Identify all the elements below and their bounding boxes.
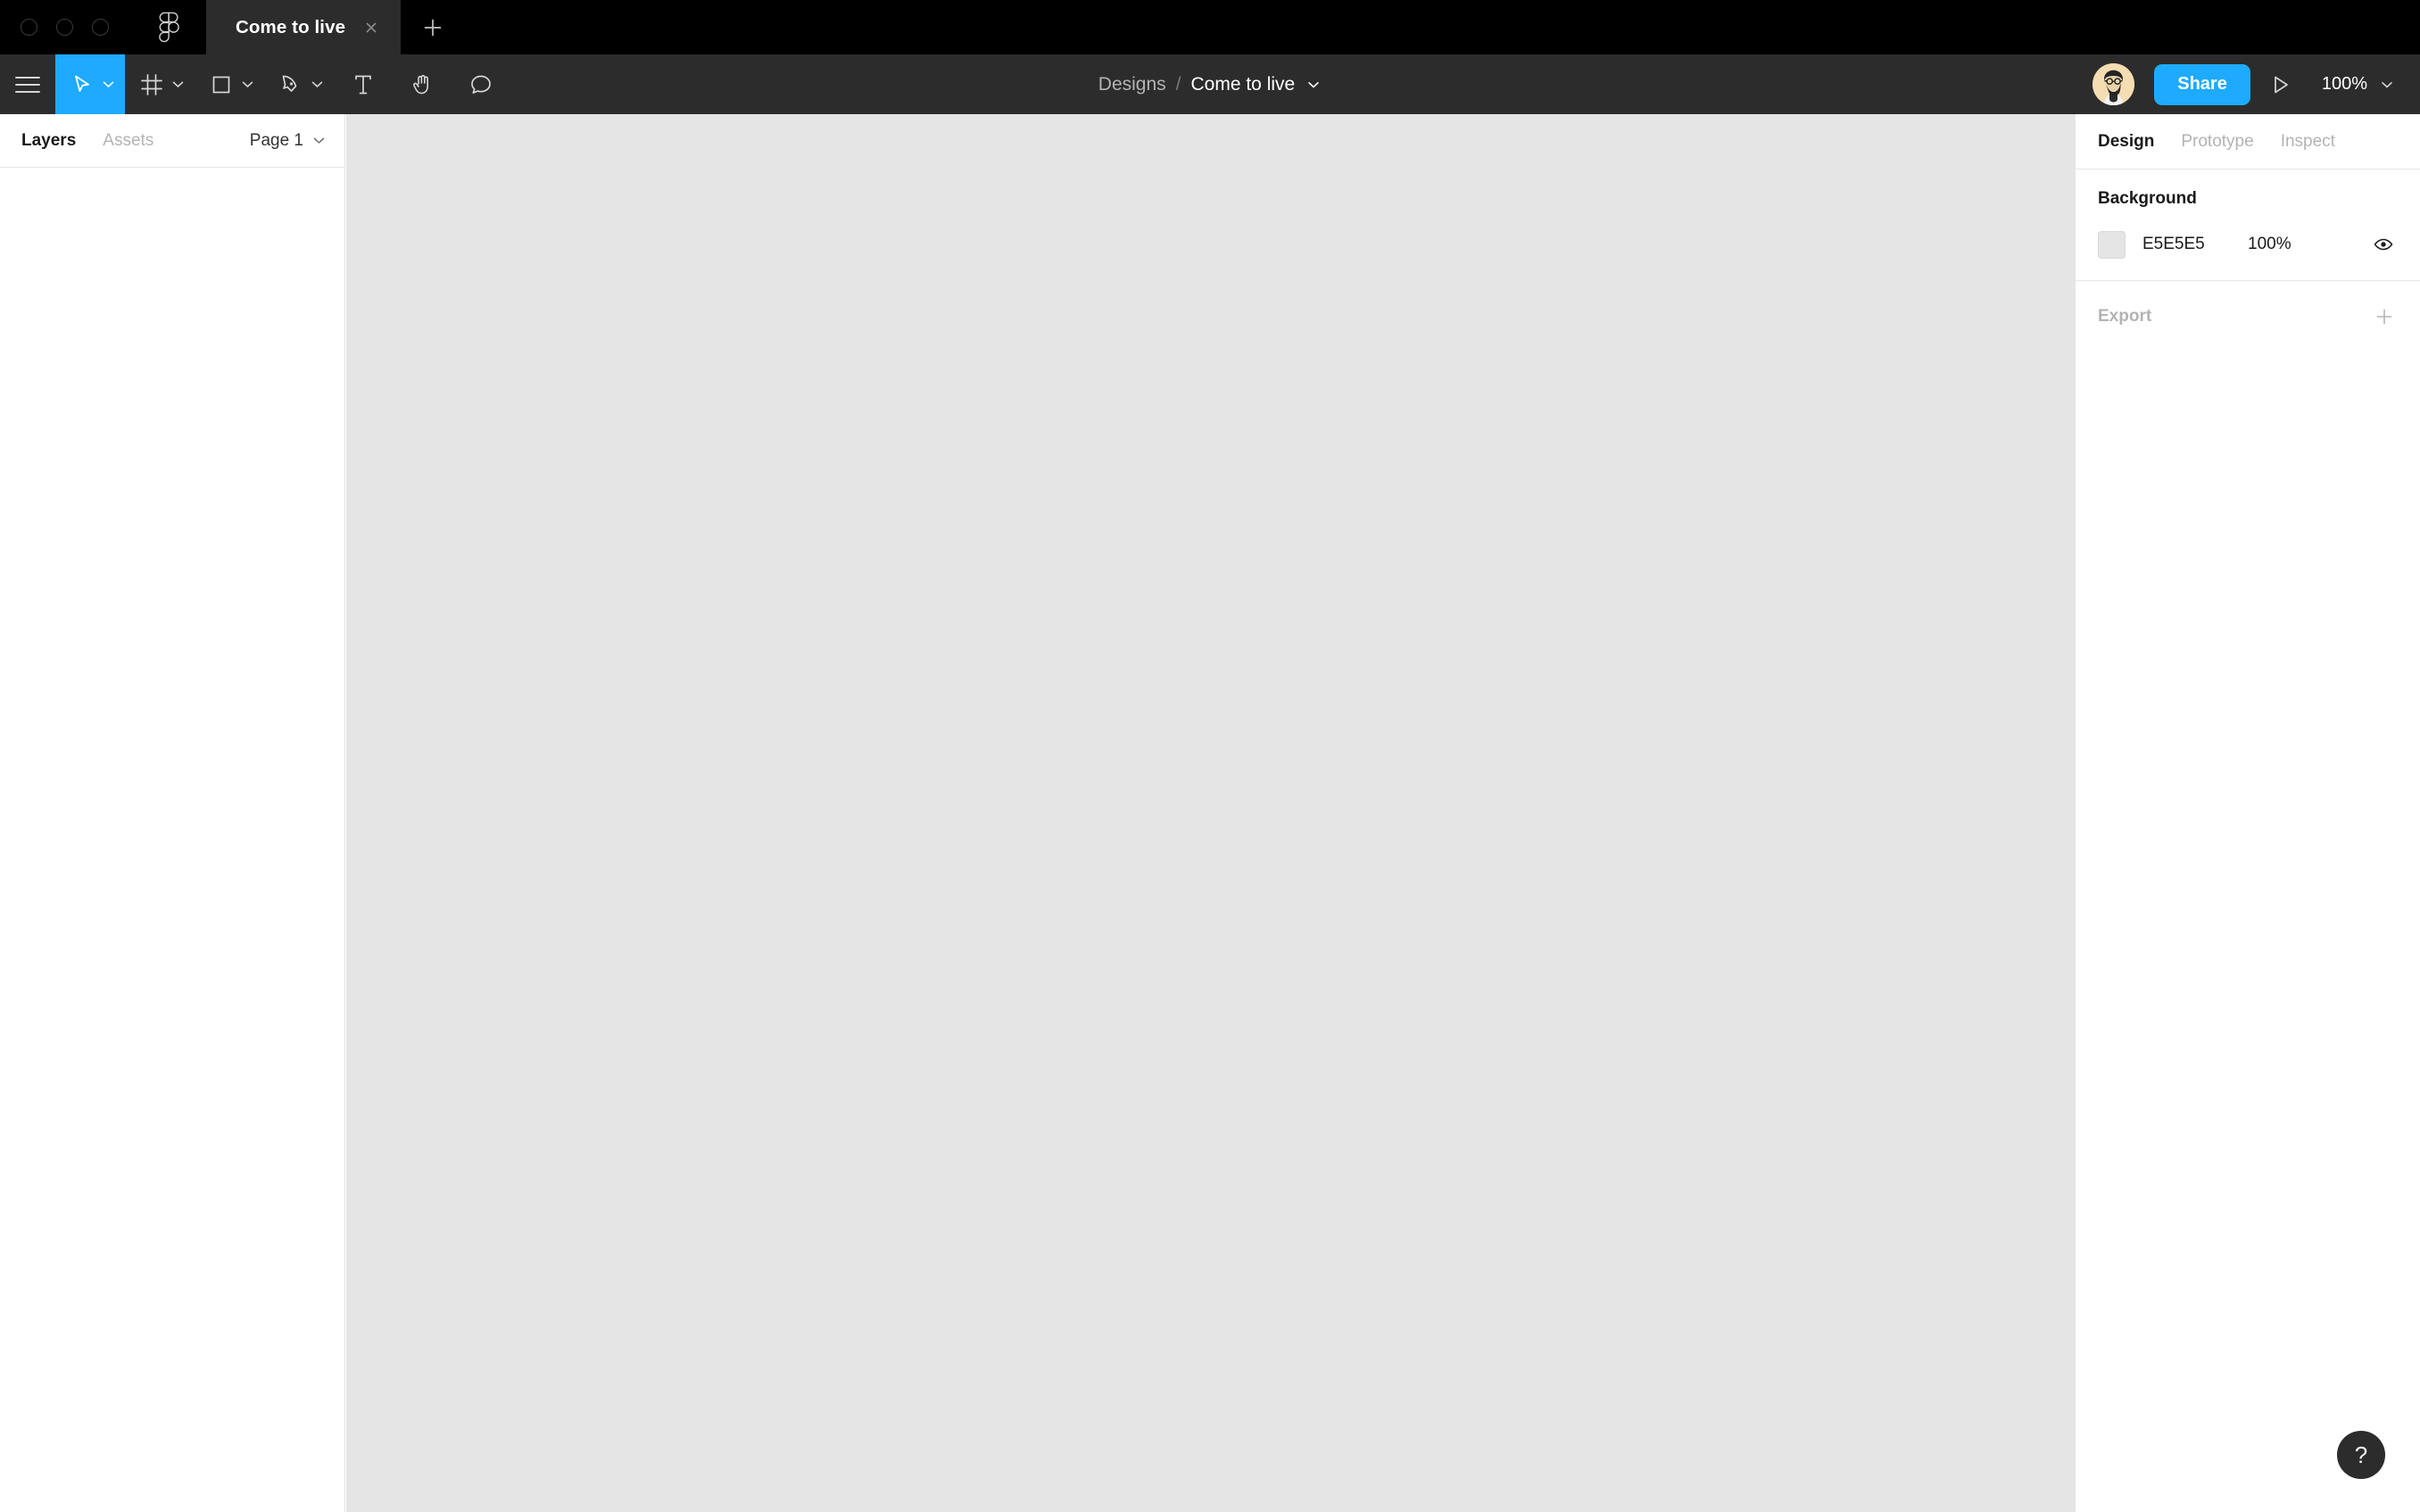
plus-icon: [424, 19, 442, 36]
left-sidebar-header: Layers Assets Page 1: [0, 114, 344, 168]
zoom-level-button[interactable]: 100%: [2309, 54, 2400, 114]
present-button[interactable]: [2250, 54, 2309, 114]
toolbar-tools: [0, 54, 510, 114]
figma-logo-icon: [158, 12, 181, 44]
right-sidebar: Design Prototype Inspect Background E5E5…: [2075, 114, 2420, 1512]
close-icon[interactable]: [361, 18, 381, 37]
background-section: Background E5E5E5 100%: [2076, 169, 2420, 281]
pen-tool-button[interactable]: [264, 54, 334, 114]
new-tab-button[interactable]: [401, 0, 465, 54]
frame-tool-button[interactable]: [125, 54, 195, 114]
tab-label: Come to live: [236, 16, 346, 37]
text-t-icon: [355, 75, 371, 94]
chevron-down-icon: [172, 81, 183, 87]
hamburger-menu-icon: [15, 76, 40, 93]
breadcrumb-root[interactable]: Designs: [1098, 74, 1166, 95]
cursor-arrow-icon: [74, 75, 89, 92]
chevron-down-icon: [311, 81, 322, 87]
comment-bubble-icon: [471, 75, 491, 94]
play-triangle-icon: [2274, 76, 2288, 93]
background-section-title: Background: [2098, 189, 2197, 208]
text-tool-button[interactable]: [334, 54, 393, 114]
background-hex-value[interactable]: E5E5E5: [2142, 235, 2248, 254]
title-bar: Come to live: [0, 0, 2420, 54]
tab-come-to-live[interactable]: Come to live: [206, 0, 402, 54]
tab-design[interactable]: Design: [2098, 132, 2154, 152]
breadcrumb-document-name[interactable]: Come to live: [1191, 74, 1296, 95]
tab-inspect[interactable]: Inspect: [2281, 132, 2335, 152]
frame-icon: [140, 73, 162, 95]
design-canvas[interactable]: [346, 114, 2075, 1512]
window-minimize-button[interactable]: [56, 19, 73, 36]
help-button-label: ?: [2354, 1442, 2368, 1468]
export-section: Export: [2076, 281, 2420, 352]
hand-icon: [413, 74, 428, 94]
page-selector[interactable]: Page 1: [250, 131, 327, 151]
comment-tool-button[interactable]: [452, 54, 510, 114]
main-toolbar: Designs / Come to live Share 100%: [0, 54, 2420, 114]
tab-strip: Come to live: [206, 0, 465, 54]
breadcrumb-separator: /: [1175, 73, 1181, 95]
background-opacity-value[interactable]: 100%: [2248, 235, 2292, 254]
plus-icon[interactable]: [2371, 303, 2398, 330]
move-tool-button[interactable]: [55, 54, 125, 114]
chevron-down-icon: [242, 81, 253, 87]
chevron-down-icon: [103, 81, 113, 87]
tab-prototype[interactable]: Prototype: [2181, 132, 2253, 152]
eye-icon[interactable]: [2369, 230, 2398, 259]
shape-tool-button[interactable]: [195, 54, 264, 114]
window-controls: [21, 19, 109, 36]
zoom-level-label: 100%: [2321, 74, 2367, 94]
left-sidebar: Layers Assets Page 1: [0, 114, 345, 1512]
export-section-title: Export: [2098, 307, 2152, 326]
window-close-button[interactable]: [21, 19, 37, 36]
main-menu-button[interactable]: [0, 54, 55, 114]
hand-tool-button[interactable]: [393, 54, 452, 114]
toolbar-right-actions: Share 100%: [2093, 54, 2420, 114]
chevron-down-icon[interactable]: [1305, 77, 1322, 93]
help-button[interactable]: ?: [2337, 1431, 2385, 1479]
square-icon: [212, 76, 229, 93]
chevron-down-icon: [2382, 81, 2392, 87]
pen-icon: [282, 75, 296, 92]
user-avatar[interactable]: [2093, 63, 2135, 105]
page-selector-label: Page 1: [249, 130, 303, 150]
background-color-swatch[interactable]: [2098, 230, 2126, 259]
share-button[interactable]: Share: [2154, 63, 2250, 105]
window-zoom-button[interactable]: [92, 19, 109, 36]
background-color-row: E5E5E5 100%: [2098, 230, 2398, 259]
layers-list[interactable]: [0, 168, 344, 1512]
tab-layers[interactable]: Layers: [21, 131, 76, 151]
right-sidebar-tabs: Design Prototype Inspect: [2076, 114, 2420, 169]
chevron-down-icon: [313, 137, 325, 144]
tab-assets[interactable]: Assets: [103, 131, 153, 151]
